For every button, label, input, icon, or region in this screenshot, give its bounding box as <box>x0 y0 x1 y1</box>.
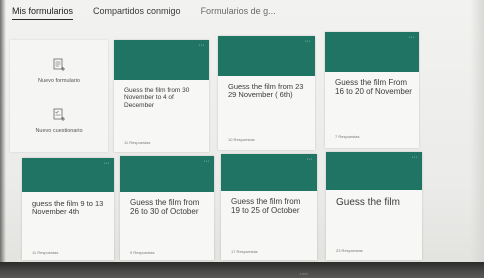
card-header <box>114 40 209 80</box>
card-header <box>218 36 315 76</box>
monitor-edge-left <box>0 0 6 266</box>
new-quiz-label: Nuevo cuestionario <box>35 128 83 134</box>
form-card[interactable]: ··· Guess the film 23 Respuestas <box>326 152 422 260</box>
card-title: guess the film 9 to 13 November 4th <box>32 199 104 217</box>
new-quiz-button[interactable]: Nuevo cuestionario <box>10 108 108 134</box>
more-options-icon[interactable]: ··· <box>305 38 311 45</box>
more-options-icon[interactable]: ··· <box>204 158 210 165</box>
monitor-bezel <box>0 262 484 278</box>
monitor-edge-right <box>470 0 484 266</box>
tab-compartidos-conmigo[interactable]: Compartidos conmigo <box>93 6 181 19</box>
card-responses: 7 Respuestas <box>335 134 360 139</box>
card-responses: 23 Respuestas <box>336 248 363 253</box>
card-header <box>326 152 422 190</box>
card-responses: 11 Respuestas <box>124 140 151 145</box>
more-options-icon[interactable]: ··· <box>307 156 313 163</box>
form-card[interactable]: ··· guess the film 9 to 13 November 4th … <box>22 158 114 260</box>
new-form-label: Nuevo formulario <box>38 78 80 84</box>
card-responses: 11 Respuestas <box>32 250 59 255</box>
card-responses: 17 Respuestas <box>231 249 258 254</box>
more-options-icon[interactable]: ··· <box>412 154 418 161</box>
tab-mis-formularios[interactable]: Mis formularios <box>12 6 74 20</box>
form-card[interactable]: ··· Guess the film From 16 to 20 of Nove… <box>325 32 419 148</box>
card-title: Guess the film from 23 29 November ( 6th… <box>228 82 304 100</box>
form-card[interactable]: ··· Guess the film from 19 to 25 of Octo… <box>221 154 317 260</box>
form-card[interactable]: ··· Guess the film from 30 November to 4… <box>114 40 209 152</box>
card-header <box>120 156 214 192</box>
form-card[interactable]: ··· Guess the film from 23 29 November (… <box>218 36 315 150</box>
card-header <box>22 158 114 192</box>
more-options-icon[interactable]: ··· <box>199 42 205 49</box>
card-title: Guess the film from 19 to 25 of October <box>231 197 301 215</box>
card-title: Guess the film From 16 to 20 of November <box>335 78 412 96</box>
card-header <box>221 154 317 191</box>
more-options-icon[interactable]: ··· <box>409 34 415 41</box>
card-responses: 10 Respuestas <box>228 137 255 142</box>
card-responses: 9 Respuestas <box>130 250 155 255</box>
card-header <box>325 32 419 72</box>
card-title: Guess the film from 26 to 30 of October <box>130 198 200 216</box>
new-items-panel: Nuevo formulario Nuevo cuestionario <box>10 40 108 152</box>
tab-formularios-de-grupo[interactable]: Formularios de g... <box>201 6 276 19</box>
new-form-button[interactable]: Nuevo formulario <box>10 58 108 84</box>
new-form-icon <box>53 58 65 71</box>
more-options-icon[interactable]: ··· <box>104 160 110 167</box>
card-title: Guess the film <box>336 197 400 208</box>
card-title: Guess the film from 30 November to 4 of … <box>124 87 190 109</box>
new-quiz-icon <box>53 108 65 121</box>
form-card[interactable]: ··· Guess the film from 26 to 30 of Octo… <box>120 156 214 260</box>
tab-bar: Mis formularios Compartidos conmigo Form… <box>12 6 276 28</box>
monitor-label: Leer <box>300 271 309 276</box>
